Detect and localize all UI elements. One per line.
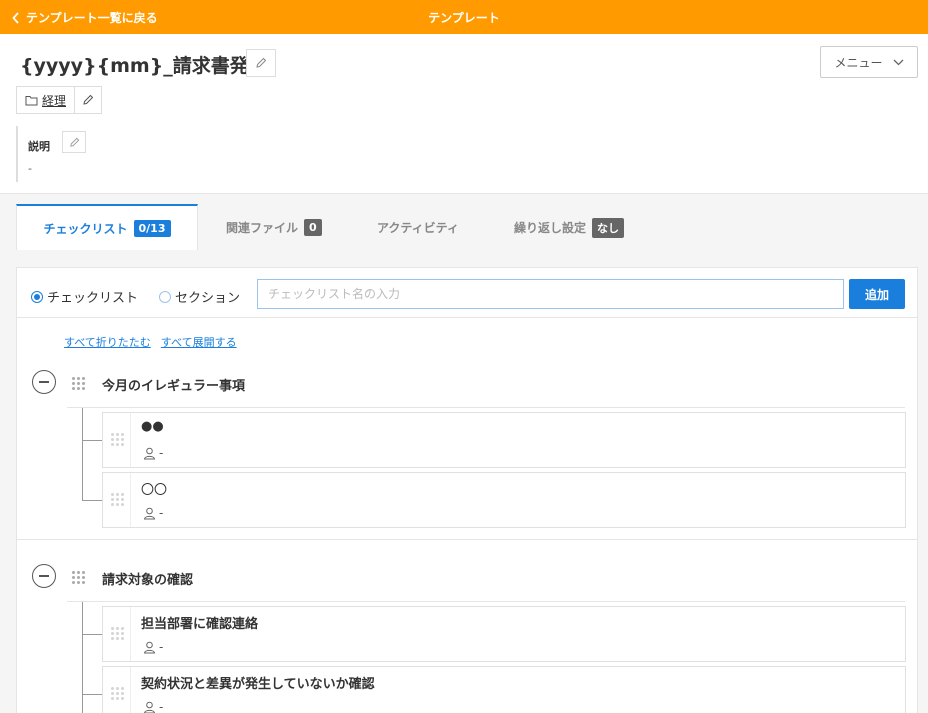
assignee-value: - — [159, 640, 164, 654]
chevron-left-icon — [12, 11, 19, 24]
checklist-panel: チェックリスト セクション 追加 すべて折りたたむ すべて展開する 今月のイレギ… — [16, 267, 918, 713]
tree-line — [82, 602, 83, 713]
collapse-section-icon[interactable] — [32, 564, 56, 588]
pencil-icon — [256, 57, 267, 68]
checklist-item-name: 契約状況と差異が発生していないか確認 — [141, 677, 375, 692]
collapse-all-link[interactable]: すべて折りたたむ — [64, 334, 151, 350]
drag-handle-icon[interactable] — [72, 571, 85, 584]
tree-branch — [82, 440, 102, 441]
section-divider — [67, 407, 905, 408]
checklist-item[interactable]: 〇〇 - — [102, 472, 906, 528]
collapse-section-icon[interactable] — [32, 370, 56, 394]
tab-checklist-badge: 0/13 — [133, 220, 171, 237]
section-divider — [67, 601, 905, 602]
tab-related-files[interactable]: 関連ファイル 0 — [226, 204, 322, 251]
drag-handle-icon[interactable] — [72, 377, 85, 390]
user-icon — [143, 701, 156, 713]
tab-checklist-label: チェックリスト — [43, 222, 128, 236]
user-icon — [143, 447, 156, 459]
content-area: チェックリスト セクション 追加 すべて折りたたむ すべて展開する 今月のイレギ… — [0, 250, 928, 713]
tab-related-files-badge: 0 — [304, 219, 322, 236]
user-icon — [143, 507, 156, 519]
edit-description-button[interactable] — [62, 131, 86, 153]
assignee-value: - — [159, 700, 164, 713]
add-checklist-row: チェックリスト セクション 追加 — [17, 268, 917, 318]
edit-folder-button[interactable] — [75, 87, 101, 113]
tab-repeat-settings-badge: なし — [592, 217, 625, 238]
tab-bar: チェックリスト 0/13 関連ファイル 0 アクティビティ 繰り返し設定 なし — [0, 193, 928, 251]
radio-section[interactable]: セクション — [159, 287, 240, 306]
description-label: 説明 — [28, 140, 50, 153]
pencil-icon — [69, 137, 79, 147]
item-drag-handle[interactable] — [103, 607, 131, 661]
radio-unchecked-icon — [159, 290, 171, 303]
radio-section-label: セクション — [175, 291, 241, 306]
checklist-item[interactable]: 担当部署に確認連絡 - — [102, 606, 906, 662]
tab-related-files-label: 関連ファイル — [226, 221, 299, 235]
top-bar: テンプレート一覧に戻る テンプレート — [0, 0, 928, 34]
template-title: {yyyy}{mm}_請求書発行 — [20, 55, 268, 77]
add-button[interactable]: 追加 — [849, 279, 905, 309]
tree-branch — [82, 634, 102, 635]
radio-checklist[interactable]: チェックリスト — [31, 287, 138, 306]
checklist-item-name: 〇〇 — [141, 483, 168, 498]
checklist-item-name: 担当部署に確認連絡 — [141, 617, 259, 632]
tree-branch — [82, 694, 102, 695]
assignee[interactable]: - — [143, 700, 163, 713]
chevron-down-icon — [893, 59, 903, 65]
description-area: 説明 - — [16, 126, 316, 182]
drag-handle-icon[interactable] — [111, 493, 124, 506]
menu-button-label: メニュー — [834, 55, 883, 70]
checklist-item[interactable]: ●● - — [102, 412, 906, 468]
checklist-name-input[interactable] — [257, 279, 844, 309]
item-drag-handle[interactable] — [103, 473, 131, 527]
folder-label: 経理 — [42, 93, 67, 108]
tab-repeat-settings[interactable]: 繰り返し設定 なし — [514, 204, 625, 251]
tab-activity-label: アクティビティ — [377, 221, 459, 235]
item-drag-handle[interactable] — [103, 413, 131, 467]
section-header: 請求対象の確認 — [17, 564, 917, 592]
template-header: {yyyy}{mm}_請求書発行 メニュー 経理 説明 - — [0, 34, 928, 193]
assignee-value: - — [159, 506, 164, 520]
section-header: 今月のイレギュラー事項 — [17, 370, 917, 398]
section-separator — [17, 539, 917, 540]
pencil-icon — [83, 94, 94, 105]
radio-checklist-label: チェックリスト — [47, 291, 139, 306]
item-drag-handle[interactable] — [103, 667, 131, 713]
tab-checklist[interactable]: チェックリスト 0/13 — [16, 204, 198, 251]
user-icon — [143, 641, 156, 653]
folder-icon — [25, 95, 38, 105]
checklist-item[interactable]: 契約状況と差異が発生していないか確認 - — [102, 666, 906, 713]
folder-group: 経理 — [16, 86, 103, 114]
tree-line — [82, 408, 83, 500]
checklist-item-name: ●● — [141, 419, 164, 434]
back-to-template-list-link[interactable]: テンプレート一覧に戻る — [12, 9, 158, 26]
drag-handle-icon[interactable] — [111, 627, 124, 640]
assignee[interactable]: - — [143, 446, 163, 460]
section-title: 今月のイレギュラー事項 — [102, 379, 246, 394]
drag-handle-icon[interactable] — [111, 433, 124, 446]
back-link-label: テンプレート一覧に戻る — [26, 11, 158, 25]
assignee-value: - — [159, 446, 164, 460]
expand-collapse-links: すべて折りたたむ すべて展開する — [64, 334, 237, 350]
assignee[interactable]: - — [143, 506, 163, 520]
tab-repeat-settings-label: 繰り返し設定 — [514, 221, 587, 235]
tree-branch — [82, 500, 102, 501]
edit-title-button[interactable] — [246, 49, 276, 77]
assignee[interactable]: - — [143, 640, 163, 654]
drag-handle-icon[interactable] — [111, 687, 124, 700]
folder-button[interactable]: 経理 — [17, 87, 76, 113]
expand-all-link[interactable]: すべて展開する — [161, 334, 237, 350]
menu-button[interactable]: メニュー — [820, 46, 918, 78]
description-value: - — [28, 162, 32, 175]
tab-activity[interactable]: アクティビティ — [377, 204, 459, 251]
radio-checked-icon — [31, 290, 43, 303]
section-title: 請求対象の確認 — [102, 573, 194, 588]
